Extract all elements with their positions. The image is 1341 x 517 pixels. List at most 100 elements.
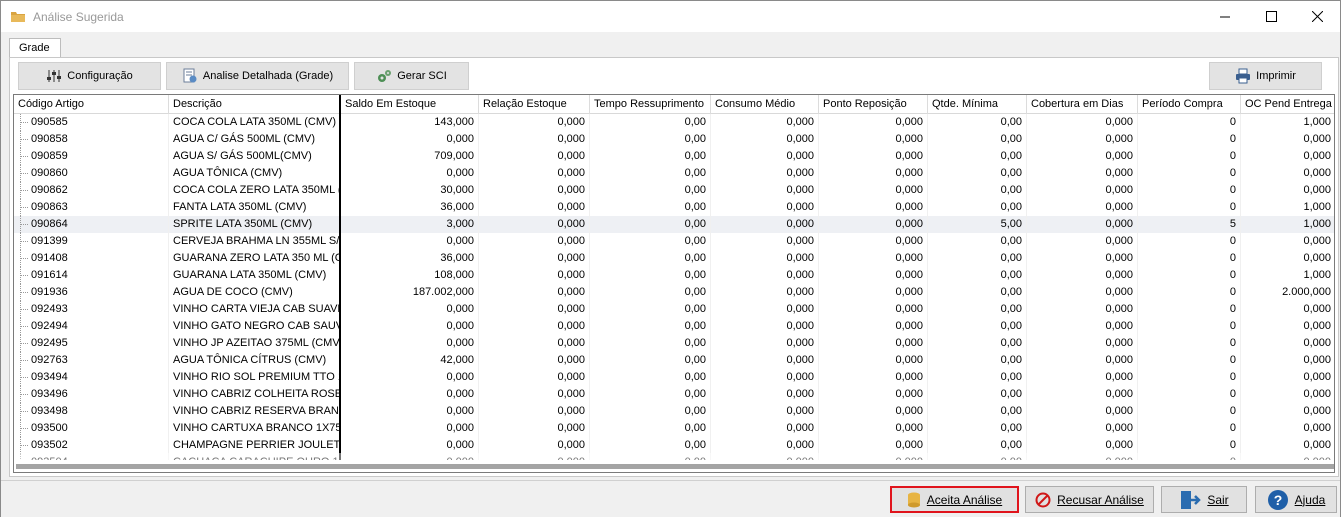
table-row[interactable]: 093498 VINHO CABRIZ RESERVA BRANCO 0,000 0,… [14,403,1334,420]
table-row[interactable]: 090859 AGUA S/ GÁS 500ML(CMV) 709,000 0,000… [14,148,1334,165]
cell-codigo-artigo: 093500 [14,420,169,437]
analysis-grid[interactable]: Código Artigo Descrição Saldo Em Estoque Re… [13,94,1335,473]
column-header-tempo-ressuprimento[interactable]: Tempo Ressuprimento [590,95,711,114]
cell-cobertura-em-dias: 0,000 [1027,165,1138,182]
cell-cobertura-em-dias: 0,000 [1027,369,1138,386]
cell-relacao-estoque: 0,000 [479,216,590,233]
cell-qtde-minima: 0,00 [928,335,1027,352]
recusar-analise-button[interactable]: Recusar Análise [1025,486,1154,513]
cell-codigo-artigo: 092763 [14,352,169,369]
cell-cobertura-em-dias: 0,000 [1027,352,1138,369]
column-header-relacao-estoque[interactable]: Relação Estoque [479,95,590,114]
cell-periodo-compra: 0 [1138,233,1241,250]
cell-saldo-em-estoque: 36,000 [341,199,479,216]
table-row[interactable]: 090864 SPRITE LATA 350ML (CMV) 3,000 0,000 0… [14,216,1334,233]
cell-codigo-artigo: 092493 [14,301,169,318]
column-header-cobertura-em-dias[interactable]: Cobertura em Dias [1027,95,1138,114]
table-row[interactable]: 092763 AGUA TÔNICA CÍTRUS (CMV) 42,000 0,00… [14,352,1334,369]
cell-cobertura-em-dias: 0,000 [1027,233,1138,250]
table-row[interactable]: 093502 CHAMPAGNE PERRIER JOULET GF 0,000 0,… [14,437,1334,454]
table-row[interactable]: 090585 COCA COLA LATA 350ML (CMV) 143,000 0… [14,114,1334,131]
column-header-descricao[interactable]: Descrição [169,95,341,114]
cell-tempo-ressuprimento: 0,00 [590,114,711,131]
sair-button[interactable]: Sair [1161,486,1247,513]
cell-saldo-em-estoque: 0,000 [341,369,479,386]
cell-saldo-em-estoque: 0,000 [341,335,479,352]
title-bar: Análise Sugerida [1,1,1340,32]
cell-descricao: VINHO RIO SOL PREMIUM TTO 1, [169,369,341,386]
cell-relacao-estoque: 0,000 [479,250,590,267]
cell-tempo-ressuprimento: 0,00 [590,250,711,267]
table-row[interactable]: 093494 VINHO RIO SOL PREMIUM TTO 1, 0,000 0… [14,369,1334,386]
table-row[interactable]: 092495 VINHO JP AZEITAO 375ML (CMV) 0,000 0… [14,335,1334,352]
svg-text:?: ? [1273,492,1282,508]
cell-ponto-reposicao: 0,000 [819,199,928,216]
tab-grade[interactable]: Grade [9,38,61,58]
cell-periodo-compra: 0 [1138,267,1241,284]
minimize-button[interactable] [1202,1,1248,32]
cell-descricao: AGUA C/ GÁS 500ML (CMV) [169,131,341,148]
table-row[interactable]: 091399 CERVEJA BRAHMA LN 355ML S/AL 0,000 0… [14,233,1334,250]
analise-detalhada-button[interactable]: Analise Detalhada (Grade) [166,62,349,90]
cell-tempo-ressuprimento: 0,00 [590,148,711,165]
exit-door-icon [1181,490,1202,509]
imprimir-button[interactable]: Imprimir [1209,62,1322,90]
maximize-button[interactable] [1248,1,1294,32]
cell-relacao-estoque: 0,000 [479,182,590,199]
column-header-qtde-minima[interactable]: Qtde. Mínima [928,95,1027,114]
cell-ponto-reposicao: 0,000 [819,131,928,148]
cell-tempo-ressuprimento: 0,00 [590,352,711,369]
cell-saldo-em-estoque: 0,000 [341,420,479,437]
table-row[interactable]: 091936 AGUA DE COCO (CMV) 187.002,000 0,000… [14,284,1334,301]
close-button[interactable] [1294,1,1340,32]
table-row[interactable]: 090858 AGUA C/ GÁS 500ML (CMV) 0,000 0,000 0… [14,131,1334,148]
table-row[interactable]: 090863 FANTA LATA 350ML (CMV) 36,000 0,000 0… [14,199,1334,216]
column-header-consumo-medio[interactable]: Consumo Médio [711,95,819,114]
cell-oc-pend-entrega: 0,000 [1241,165,1334,182]
cell-descricao: VINHO CABRIZ RESERVA BRANCO [169,403,341,420]
grid-header: Código Artigo Descrição Saldo Em Estoque Re… [14,95,1334,114]
table-row[interactable]: 091408 GUARANA ZERO LATA 350 ML (C 36,000 0… [14,250,1334,267]
cell-descricao: AGUA TÔNICA (CMV) [169,165,341,182]
cell-tempo-ressuprimento: 0,00 [590,165,711,182]
cell-oc-pend-entrega: 0,000 [1241,420,1334,437]
gerar-sci-button[interactable]: Gerar SCI [354,62,469,90]
cell-periodo-compra: 0 [1138,318,1241,335]
table-row[interactable]: 093500 VINHO CARTUXA BRANCO 1X750 0,000 0,0… [14,420,1334,437]
horizontal-scrollbar[interactable] [14,460,1334,472]
cell-oc-pend-entrega: 1,000 [1241,199,1334,216]
table-row[interactable]: 090862 COCA COLA ZERO LATA 350ML (C 30,000… [14,182,1334,199]
close-icon [1311,11,1323,22]
aceita-analise-button[interactable]: Aceita Análise [890,486,1019,513]
cell-periodo-compra: 0 [1138,369,1241,386]
cell-relacao-estoque: 0,000 [479,318,590,335]
cell-ponto-reposicao: 0,000 [819,250,928,267]
configuracao-button[interactable]: Configuração [18,62,161,90]
column-header-oc-pend-entrega[interactable]: OC Pend Entrega [1241,95,1334,114]
cell-oc-pend-entrega: 0,000 [1241,403,1334,420]
ajuda-button[interactable]: ? Ajuda [1255,486,1337,513]
cell-relacao-estoque: 0,000 [479,284,590,301]
column-header-periodo-compra[interactable]: Período Compra [1138,95,1241,114]
cell-tempo-ressuprimento: 0,00 [590,284,711,301]
cell-qtde-minima: 0,00 [928,284,1027,301]
cell-saldo-em-estoque: 108,000 [341,267,479,284]
cell-descricao: GUARANA ZERO LATA 350 ML (C [169,250,341,267]
cell-ponto-reposicao: 0,000 [819,267,928,284]
table-row[interactable]: 092494 VINHO GATO NEGRO CAB SAUV 0,000 0,00… [14,318,1334,335]
table-row[interactable]: 091614 GUARANA LATA 350ML (CMV) 108,000 0,0… [14,267,1334,284]
column-header-codigo-artigo[interactable]: Código Artigo [14,95,169,114]
cell-ponto-reposicao: 0,000 [819,114,928,131]
table-row[interactable]: 092493 VINHO CARTA VIEJA CAB SUAVE 7 0,000… [14,301,1334,318]
scrollbar-thumb[interactable] [16,464,1334,469]
column-header-saldo-em-estoque[interactable]: Saldo Em Estoque [341,95,479,114]
cell-saldo-em-estoque: 3,000 [341,216,479,233]
cell-ponto-reposicao: 0,000 [819,369,928,386]
column-header-ponto-reposicao[interactable]: Ponto Reposição [819,95,928,114]
table-row[interactable]: 093496 VINHO CABRIZ COLHEITA ROSE 1 0,000 0… [14,386,1334,403]
cell-periodo-compra: 0 [1138,386,1241,403]
table-row[interactable]: 090860 AGUA TÔNICA (CMV) 0,000 0,000 0,00 0,0… [14,165,1334,182]
cell-oc-pend-entrega: 0,000 [1241,250,1334,267]
cell-tempo-ressuprimento: 0,00 [590,420,711,437]
cell-qtde-minima: 0,00 [928,352,1027,369]
